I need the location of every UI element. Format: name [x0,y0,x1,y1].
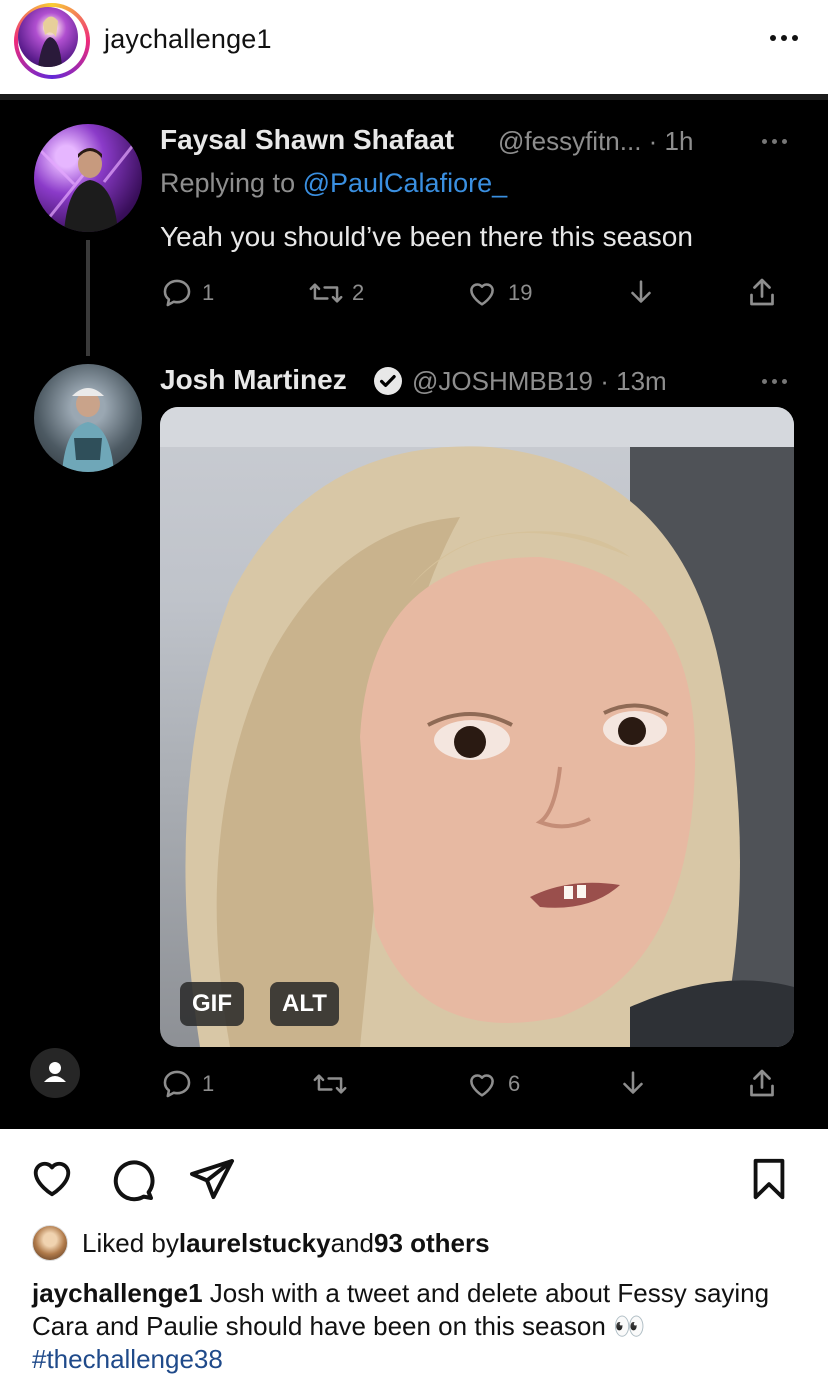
tweet1-reply-count: 1 [202,280,215,305]
heart-icon[interactable] [28,1155,76,1201]
likes-summary[interactable]: Liked by laurelstucky and 93 others [32,1225,490,1261]
liked-and-label: and [330,1227,374,1258]
tweet1-share-button[interactable] [744,274,780,310]
caption-hashtag[interactable]: #thechallenge38 [32,1344,223,1374]
tweet2-handle-time: @JOSHMBB19 · 13m [412,366,667,396]
comment-icon[interactable] [108,1155,156,1203]
replying-to-label: Replying to [160,168,303,198]
bookmark-down-icon [623,1071,643,1094]
like-icon [470,283,494,306]
tweet1-replying-line: Replying to @PaulCalafiore_ [160,168,507,199]
tweet1-author-name[interactable]: Faysal Shawn Shafaat [160,124,454,156]
upload-icon [750,278,774,306]
caption-username[interactable]: jaychallenge1 [32,1278,203,1308]
retweet-icon [309,283,343,303]
tweet1-retweet-count: 2 [352,280,365,305]
liked-by-user[interactable]: laurelstucky [179,1228,331,1259]
bookmark-down-icon [631,280,651,303]
liked-others-count[interactable]: 93 others [374,1228,490,1259]
post-username[interactable]: jaychallenge1 [104,24,272,55]
tweet2-share-button[interactable] [744,1065,780,1101]
retweet-icon [313,1074,347,1094]
tweet1-retweet-button[interactable]: 2 [308,276,364,310]
tweet2-bookmark-button[interactable] [616,1067,650,1101]
thread-connector [86,240,90,356]
liker-avatar [32,1225,68,1261]
tweet1-like-count: 19 [508,280,533,305]
tweet2-reply-button[interactable]: 1 [160,1067,214,1101]
like-icon [470,1074,494,1097]
avatar-image [18,7,78,67]
tweet1-like-button[interactable]: 19 [464,276,532,310]
tweet1-more-icon[interactable] [760,136,794,146]
tweet2-more-icon[interactable] [760,376,794,386]
reply-icon [163,1070,191,1098]
post-footer: Liked by laurelstucky and 93 others jayc… [0,1129,828,1379]
tweet1-text: Yeah you should’ve been there this seaso… [160,221,693,252]
bookmark-icon[interactable] [746,1155,792,1203]
tweet2-like-button[interactable]: 6 [464,1067,520,1101]
more-options-icon[interactable] [764,26,804,50]
tweet-screenshot: Faysal Shawn Shafaat @fessyfitn... · 1h … [0,94,828,1129]
gif-badge: GIF [180,982,244,1026]
tweet2-retweet-button[interactable] [312,1067,348,1101]
josh-avatar [34,364,142,472]
fessy-avatar [34,124,142,232]
tweet1-bookmark-button[interactable] [624,276,658,310]
replying-to-mention[interactable]: @PaulCalafiore_ [303,168,508,198]
verified-icon [374,367,402,395]
upload-icon [750,1069,774,1097]
tweet1-reply-button[interactable]: 1 [160,276,214,310]
reply-icon [163,279,191,307]
share-icon[interactable] [188,1155,236,1203]
post-header: jaychallenge1 [0,0,828,94]
person-icon[interactable] [30,1048,80,1098]
tweet2-like-count: 6 [508,1071,521,1096]
tweet1-handle-time: @fessyfitn... · 1h [498,126,694,156]
alt-badge[interactable]: ALT [270,982,339,1026]
tweet2-reply-count: 1 [202,1071,215,1096]
liked-by-label: Liked by [82,1227,179,1258]
profile-avatar[interactable] [14,3,90,79]
post-caption: jaychallenge1 Josh with a tweet and dele… [32,1277,792,1376]
gif-image [160,407,794,1047]
screenshot-top-border [0,94,828,100]
tweet2-author-name[interactable]: Josh Martinez [160,364,347,396]
gif-media[interactable] [160,407,794,1047]
